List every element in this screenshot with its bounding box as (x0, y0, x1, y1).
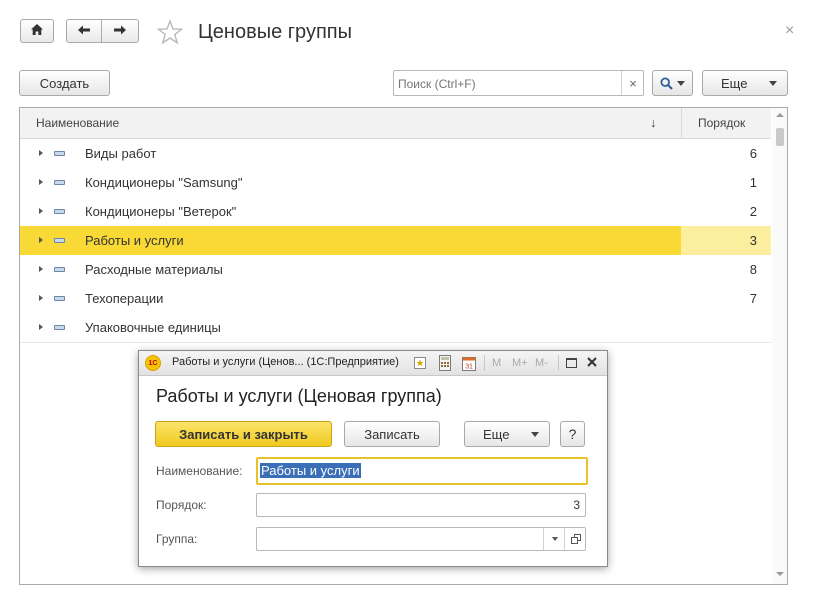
more-button-label: Еще (721, 75, 748, 91)
row-order: 7 (749, 291, 757, 306)
folder-icon (54, 296, 65, 301)
price-group-dialog: 1С Работы и услуги (Ценов... (1С:Предпри… (138, 350, 608, 567)
column-header-name[interactable]: Наименование (36, 116, 119, 130)
column-header-order[interactable]: Порядок (698, 116, 745, 130)
row-order: 2 (749, 204, 757, 219)
order-label: Порядок: (156, 498, 207, 512)
folder-icon (54, 267, 65, 272)
table-row[interactable]: Упаковочные единицы (20, 313, 771, 343)
chevron-down-icon (531, 432, 539, 437)
row-name: Расходные материалы (85, 262, 223, 277)
save-and-close-button[interactable]: Записать и закрыть (155, 421, 332, 447)
group-dropdown-button[interactable] (543, 528, 565, 550)
expand-arrow-icon[interactable] (39, 150, 43, 156)
scroll-up-icon[interactable] (776, 113, 784, 117)
expand-arrow-icon[interactable] (39, 266, 43, 272)
table-row[interactable]: Виды работ 6 (20, 139, 771, 169)
back-button[interactable] (66, 19, 102, 43)
folder-icon (54, 209, 65, 214)
group-open-button[interactable] (564, 528, 586, 550)
expand-arrow-icon[interactable] (39, 237, 43, 243)
name-field[interactable]: Работы и услуги (256, 457, 588, 485)
dialog-titlebar[interactable]: 1С Работы и услуги (Ценов... (1С:Предпри… (139, 351, 607, 376)
scroll-down-icon[interactable] (776, 572, 784, 576)
order-field[interactable]: 3 (256, 493, 586, 517)
row-order: 3 (749, 233, 757, 248)
sort-indicator: ↓ (650, 115, 657, 130)
row-name: Виды работ (85, 146, 157, 161)
memory-store-button[interactable]: M (492, 357, 501, 369)
scrollbar-thumb[interactable] (776, 128, 784, 146)
name-label: Наименование: (156, 464, 243, 478)
app-logo-icon: 1С (145, 355, 161, 371)
close-window-button[interactable]: × (785, 22, 794, 40)
bookmark-icon[interactable] (413, 356, 427, 373)
row-order: 6 (749, 146, 757, 161)
expand-arrow-icon[interactable] (39, 324, 43, 330)
folder-icon (54, 325, 65, 330)
page-title: Ценовые группы (198, 21, 352, 43)
row-name: Работы и услуги (85, 233, 184, 248)
dialog-more-button[interactable]: Еще (464, 421, 550, 447)
group-field[interactable] (256, 527, 586, 551)
search-options-button[interactable] (652, 70, 693, 96)
search-icon (660, 76, 673, 90)
row-name: Техоперации (85, 291, 164, 306)
table-row[interactable]: Техоперации 7 (20, 284, 771, 314)
app-logo-text: 1С (148, 359, 158, 367)
help-button[interactable]: ? (560, 421, 585, 447)
dialog-window-title: Работы и услуги (Ценов... (1С:Предприяти… (172, 356, 399, 368)
vertical-scrollbar[interactable] (772, 108, 787, 584)
open-form-icon (570, 532, 581, 547)
chevron-down-icon (677, 80, 685, 86)
calendar-icon[interactable]: 31 (462, 355, 476, 374)
expand-arrow-icon[interactable] (39, 208, 43, 214)
arrow-left-icon (77, 24, 91, 39)
search-field: × (393, 70, 644, 96)
star-icon[interactable] (156, 19, 184, 48)
group-label: Группа: (156, 532, 198, 546)
dialog-more-label: Еще (483, 426, 510, 442)
maximize-icon[interactable] (566, 358, 577, 368)
create-button[interactable]: Создать (19, 70, 110, 96)
row-order: 8 (749, 262, 757, 277)
name-input-value: Работы и услуги (260, 463, 361, 478)
memory-add-button[interactable]: M+ (512, 357, 528, 369)
clear-icon: × (629, 75, 637, 91)
chevron-down-icon (769, 81, 777, 86)
save-button[interactable]: Записать (344, 421, 440, 447)
more-button[interactable]: Еще (702, 70, 788, 96)
row-name: Упаковочные единицы (85, 320, 221, 335)
home-icon (30, 23, 44, 39)
arrow-right-icon (113, 24, 127, 39)
row-name: Кондиционеры "Samsung" (85, 175, 243, 190)
table-row-selected[interactable]: Работы и услуги 3 (20, 226, 771, 256)
row-name: Кондиционеры "Ветерок" (85, 204, 237, 219)
folder-icon (54, 238, 65, 243)
search-input[interactable] (396, 73, 620, 95)
close-icon[interactable] (586, 355, 598, 372)
dialog-heading: Работы и услуги (Ценовая группа) (156, 386, 442, 406)
row-order: 1 (749, 175, 757, 190)
table-row[interactable]: Расходные материалы 8 (20, 255, 771, 285)
forward-button[interactable] (101, 19, 139, 43)
memory-subtract-button[interactable]: M- (535, 357, 548, 369)
expand-arrow-icon[interactable] (39, 179, 43, 185)
folder-icon (54, 151, 65, 156)
home-button[interactable] (20, 19, 54, 43)
expand-arrow-icon[interactable] (39, 295, 43, 301)
folder-icon (54, 180, 65, 185)
table-header: Наименование ↓ Порядок (20, 108, 771, 139)
search-clear-button[interactable]: × (621, 71, 644, 95)
table-row[interactable]: Кондиционеры "Ветерок" 2 (20, 197, 771, 227)
order-input-value: 3 (573, 498, 580, 512)
svg-text:31: 31 (465, 364, 473, 371)
chevron-down-icon (551, 537, 558, 541)
table-row[interactable]: Кондиционеры "Samsung" 1 (20, 168, 771, 198)
calculator-icon[interactable] (439, 355, 451, 374)
